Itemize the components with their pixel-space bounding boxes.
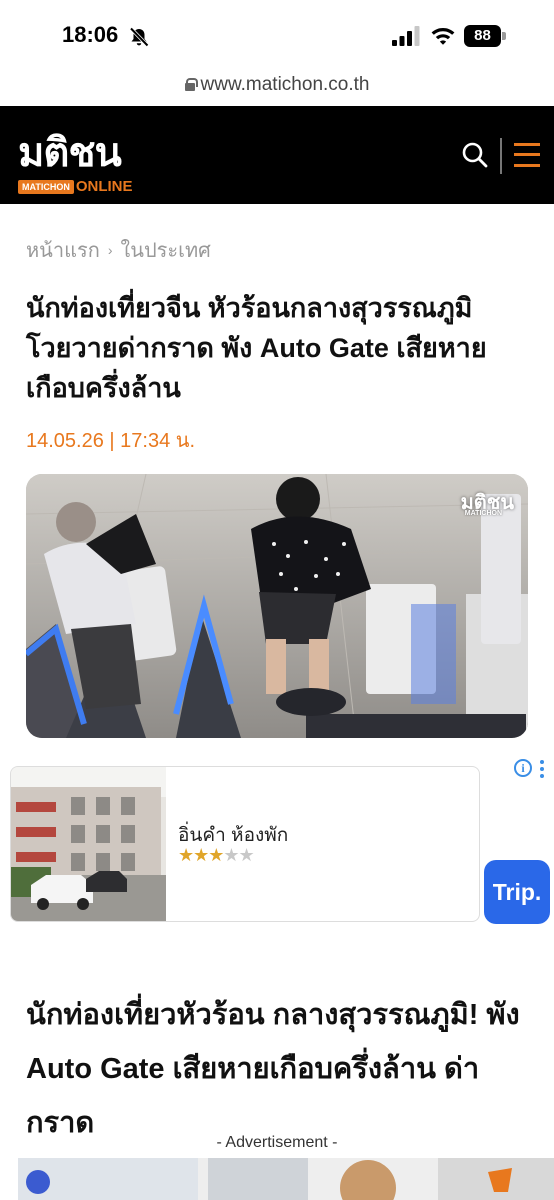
header-divider [500,138,502,174]
lock-icon [184,78,198,91]
site-logo[interactable]: มติชน MATICHON ONLINE [18,129,133,195]
bottom-ad-banner[interactable] [18,1158,554,1200]
search-icon[interactable] [460,140,490,170]
hotel-ad-image [11,767,166,921]
breadcrumb-separator: › [107,242,113,258]
article-date: 14.05.26 | 17:34 น. [26,430,195,452]
wifi-icon [431,28,455,45]
trip-logo-button[interactable]: Trip. [484,860,550,924]
article-hero-image[interactable]: มติชน MATICHON [26,474,528,738]
ad-stars-filled: ★★★ [178,845,224,865]
article-headline: นักท่องเที่ยวจีน หัวร้อนกลางสุวรรณภูมิ โ… [26,293,487,403]
status-time: 18:06 [62,22,119,47]
article-subheadline: นักท่องเที่ยวหัวร้อน กลางสุวรรณภูมิ! พัง… [26,999,520,1139]
advertisement-label: - Advertisement - [216,1134,338,1151]
info-icon[interactable]: i [514,759,532,777]
url-text: www.matichon.co.th [200,74,370,95]
ad-rating-stars: ★★★★★ [178,845,255,866]
hotel-ad-card[interactable]: อิ่นคำ ห้องพัก ★★★★★ [10,766,480,922]
hamburger-menu-icon[interactable] [514,142,540,168]
hero-watermark-sub: MATICHON [464,510,502,517]
bell-slash-icon [129,27,149,47]
breadcrumb-section[interactable]: ในประเทศ [121,240,211,262]
breadcrumb: หน้าแรก › ในประเทศ [26,234,211,266]
logo-subline: MATICHON ONLINE [18,178,133,196]
battery-indicator: 88 [464,25,506,47]
breadcrumb-home[interactable]: หน้าแรก [26,240,100,262]
site-header: มติชน MATICHON ONLINE [0,106,554,204]
hero-photo [26,474,528,738]
cellular-signal-icon [392,26,420,46]
url-bar[interactable]: www.matichon.co.th [0,74,554,104]
more-vertical-icon[interactable] [540,760,544,778]
logo-tag: MATICHON [18,179,74,194]
battery-level: 88 [464,25,501,47]
logo-online: ONLINE [75,178,133,196]
status-bar: 18:06 88 [0,0,554,72]
ad-stars-empty: ★★ [223,845,254,865]
logo-wordmark: มติชน [18,129,122,176]
battery-cap [502,32,506,40]
